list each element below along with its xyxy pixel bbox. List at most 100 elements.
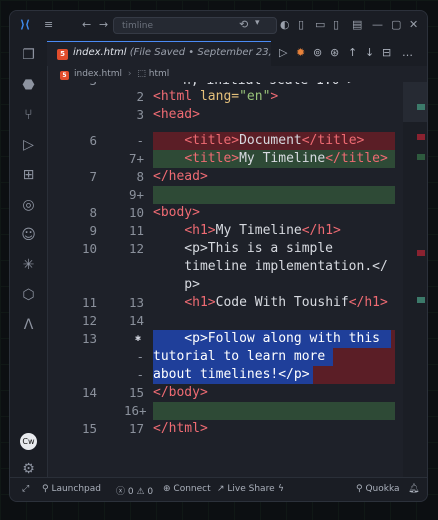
live-share-icon: ↗ [217,484,228,494]
error-icon: ⓧ [116,487,128,497]
remote-icon[interactable]: ⤢ [22,484,29,494]
change-marker [417,154,425,160]
chevron-right-icon: › [127,69,132,79]
tab-saved-note: (File Saved • September 23, 2026 at 7 [129,47,271,58]
activity-bar: ❐ ⬣ ⑂ ▷ ⊞ ◎ ☺ ✳ ⬡ Λ Cw ⚙ [10,41,48,477]
code-line: 9 11 <h1>My Timeline</h1> [47,222,427,240]
minimize-icon[interactable]: — [372,18,383,31]
code-token: </body> [153,385,208,400]
breadcrumb-file[interactable]: index.html [74,69,122,79]
toggle-sidebar-icon[interactable]: ▯ [298,18,304,31]
code-token: <body> [153,205,200,220]
github-actions-icon[interactable]: ✳ [20,257,37,274]
back-arrow-icon[interactable]: ← [82,18,91,31]
launchpad-label: Launchpad [51,484,101,494]
account-icon[interactable]: Cw [20,433,37,450]
breadcrumb-symbol[interactable]: html [149,69,170,79]
customize-layout-icon[interactable]: ▤ [352,18,362,31]
problems-item[interactable]: ⓧ 0 ⚠ 0 [116,484,153,497]
debug-icon[interactable]: ✹ [296,46,305,59]
close-icon[interactable]: ✕ [409,18,418,31]
code-token: lang= [192,89,240,104]
title-bar: ⟩⟨ ≡ ← → timline ⟲ ▾ ◐ ▯ ▭ ▯ ▤ — ▢ ✕ [10,11,427,42]
copilot-dropdown-icon[interactable]: ▾ [255,18,260,28]
explorer-icon[interactable]: ❐ [20,47,37,64]
code-token: </title> [325,151,388,166]
status-bar: ⤢ ⚲ Launchpad ⓧ 0 ⚠ 0 ⊕ Connect ↗ Live S… [10,477,427,501]
live-share-item[interactable]: ↗ Live Share [217,484,275,494]
new-line-number: 17 [128,421,144,436]
deleted-code-line: 6 - <title>Document</title> [47,132,427,150]
lightbulb-icon[interactable]: ✱ [135,330,141,348]
copilot-chat-icon[interactable]: ☺ [20,227,37,244]
search-icon[interactable]: ⬣ [20,77,37,94]
menu-icon[interactable]: ≡ [44,18,53,31]
old-line-number: 9 [89,223,97,238]
old-line-number: 12 [81,313,97,328]
containers-icon[interactable]: ⬡ [20,287,37,304]
code-token: </h1> [348,295,388,310]
quokka-item[interactable]: ⚲ Quokka [356,484,400,494]
quokka-label: Quokka [365,484,400,494]
code-text: <p>Follow along with this [153,331,380,346]
warning-icon: ⚠ [136,487,148,497]
code-token: </head> [153,169,208,184]
open-changes-icon[interactable]: ⊚ [313,46,322,59]
extensions-icon[interactable]: ⊞ [20,167,37,184]
code-token: > [270,89,279,104]
more-actions-icon[interactable]: … [402,46,413,59]
new-line-number: 3 [136,107,144,122]
azure-icon[interactable]: Λ [20,317,37,334]
tab-index-html[interactable]: 5 index.html (File Saved • September 23, … [47,41,271,66]
code-text: p> [153,277,200,292]
layout-icon[interactable]: ◐ [280,18,290,31]
code-token: <title> [184,133,240,148]
change-marker [417,250,425,256]
tab-bar: 5 index.html (File Saved • September 23, … [47,41,427,66]
code-token: </h1> [301,223,341,238]
editor-window: ⟩⟨ ≡ ← → timline ⟲ ▾ ◐ ▯ ▭ ▯ ▤ — ▢ ✕ ❐ ⬣… [9,10,428,502]
new-line-number: 15 [128,385,144,400]
previous-change-icon[interactable]: ↑ [348,46,357,59]
code-line-wrapped: p> [47,276,427,294]
settings-gear-icon[interactable]: ⚙ [20,461,37,478]
code-text: <p>This is a simple [153,241,334,256]
diff-editor[interactable]: 5 n, initial-scale=1.0"> 2 <html lang="e… [47,82,427,477]
warning-count: 0 [147,487,154,497]
maximize-icon[interactable]: ▢ [391,18,401,31]
code-token: Document [239,133,302,148]
overview-ruler[interactable] [403,82,427,477]
code-token: Code With Toushif [215,295,349,310]
plug-icon: ⊕ [163,484,174,494]
code-line: 14 15 </body> [47,384,427,402]
lightning-icon[interactable]: ϟ [278,484,284,494]
source-control-icon[interactable]: ⑂ [20,107,37,124]
code-token: "en" [239,89,271,104]
copilot-icon[interactable]: ⟲ [239,18,248,31]
deleted-code-line: - tutorial to learn more [47,348,427,366]
launchpad-item[interactable]: ⚲ Launchpad [42,484,101,494]
toggle-panel-icon[interactable]: ▭ [315,18,325,31]
copilot-edit-icon[interactable]: ⊛ [330,46,339,59]
next-change-icon[interactable]: ↓ [365,46,374,59]
new-line-number: 13 [128,295,144,310]
old-line-number: 13 [81,331,97,346]
new-line-number: 10 [128,205,144,220]
code-token: <html [153,89,193,104]
added-line-highlight [153,402,395,420]
connect-item[interactable]: ⊕ Connect [163,484,211,494]
remote-explorer-icon[interactable]: ◎ [20,197,37,214]
split-editor-icon[interactable]: ⊟ [382,46,391,59]
code-line-wrapped: timeline implementation.</ [47,258,427,276]
search-input[interactable]: timline [113,17,277,34]
code-line: 10 12 <p>This is a simple [47,240,427,258]
code-text: tutorial to learn more [153,349,326,364]
run-icon[interactable]: ▷ [279,46,287,59]
minimap-slider[interactable] [403,82,427,122]
added-line-highlight [153,186,395,204]
notifications-bell-icon[interactable]: 🔔︎ [408,484,419,494]
forward-arrow-icon[interactable]: → [99,18,108,31]
toggle-secondary-sidebar-icon[interactable]: ▯ [333,18,339,31]
new-line-number: 7+ [128,151,144,166]
run-debug-icon[interactable]: ▷ [20,137,37,154]
